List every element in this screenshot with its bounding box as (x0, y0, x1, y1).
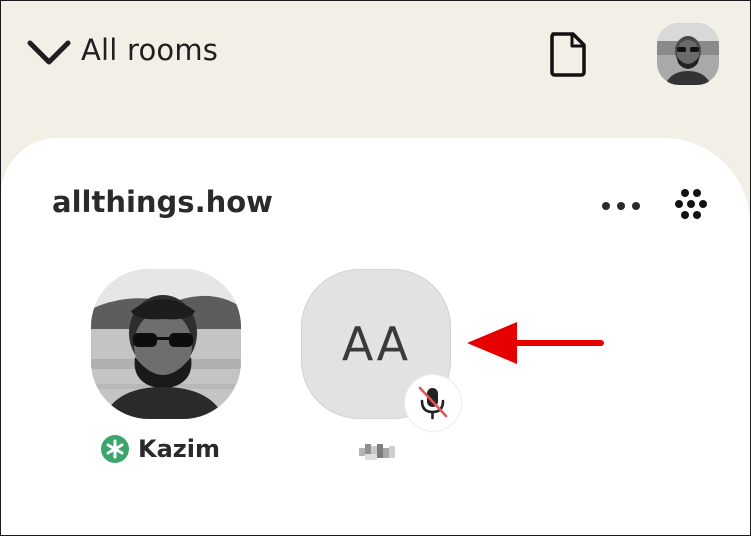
document-icon[interactable] (547, 29, 589, 79)
user-photo-icon (91, 269, 241, 419)
room-card: allthings.how Kazim AA (1, 138, 750, 535)
participant-name-row: Kazim (101, 435, 220, 463)
participant-aa[interactable]: AA (301, 269, 461, 460)
participant-avatar (91, 269, 241, 419)
annotation-arrow-icon (467, 322, 604, 364)
app-screen: All rooms allthings.how Kazim AA (0, 0, 751, 536)
more-horizontal-icon[interactable] (601, 198, 645, 214)
dots-grid-icon[interactable] (671, 188, 711, 224)
blurred-name-placeholder (359, 444, 395, 460)
mic-off-icon (418, 386, 448, 420)
all-rooms-button[interactable]: All rooms (81, 33, 218, 67)
header-bar: All rooms (1, 1, 750, 141)
chevron-down-icon[interactable] (27, 37, 71, 69)
mute-badge (405, 375, 461, 431)
participant-name: Kazim (138, 435, 220, 463)
room-name: allthings.how (52, 185, 273, 219)
user-photo-icon (657, 23, 719, 85)
participant-kazim[interactable]: Kazim (91, 269, 241, 463)
profile-avatar[interactable] (657, 23, 719, 85)
moderator-asterisk-icon (101, 435, 129, 463)
